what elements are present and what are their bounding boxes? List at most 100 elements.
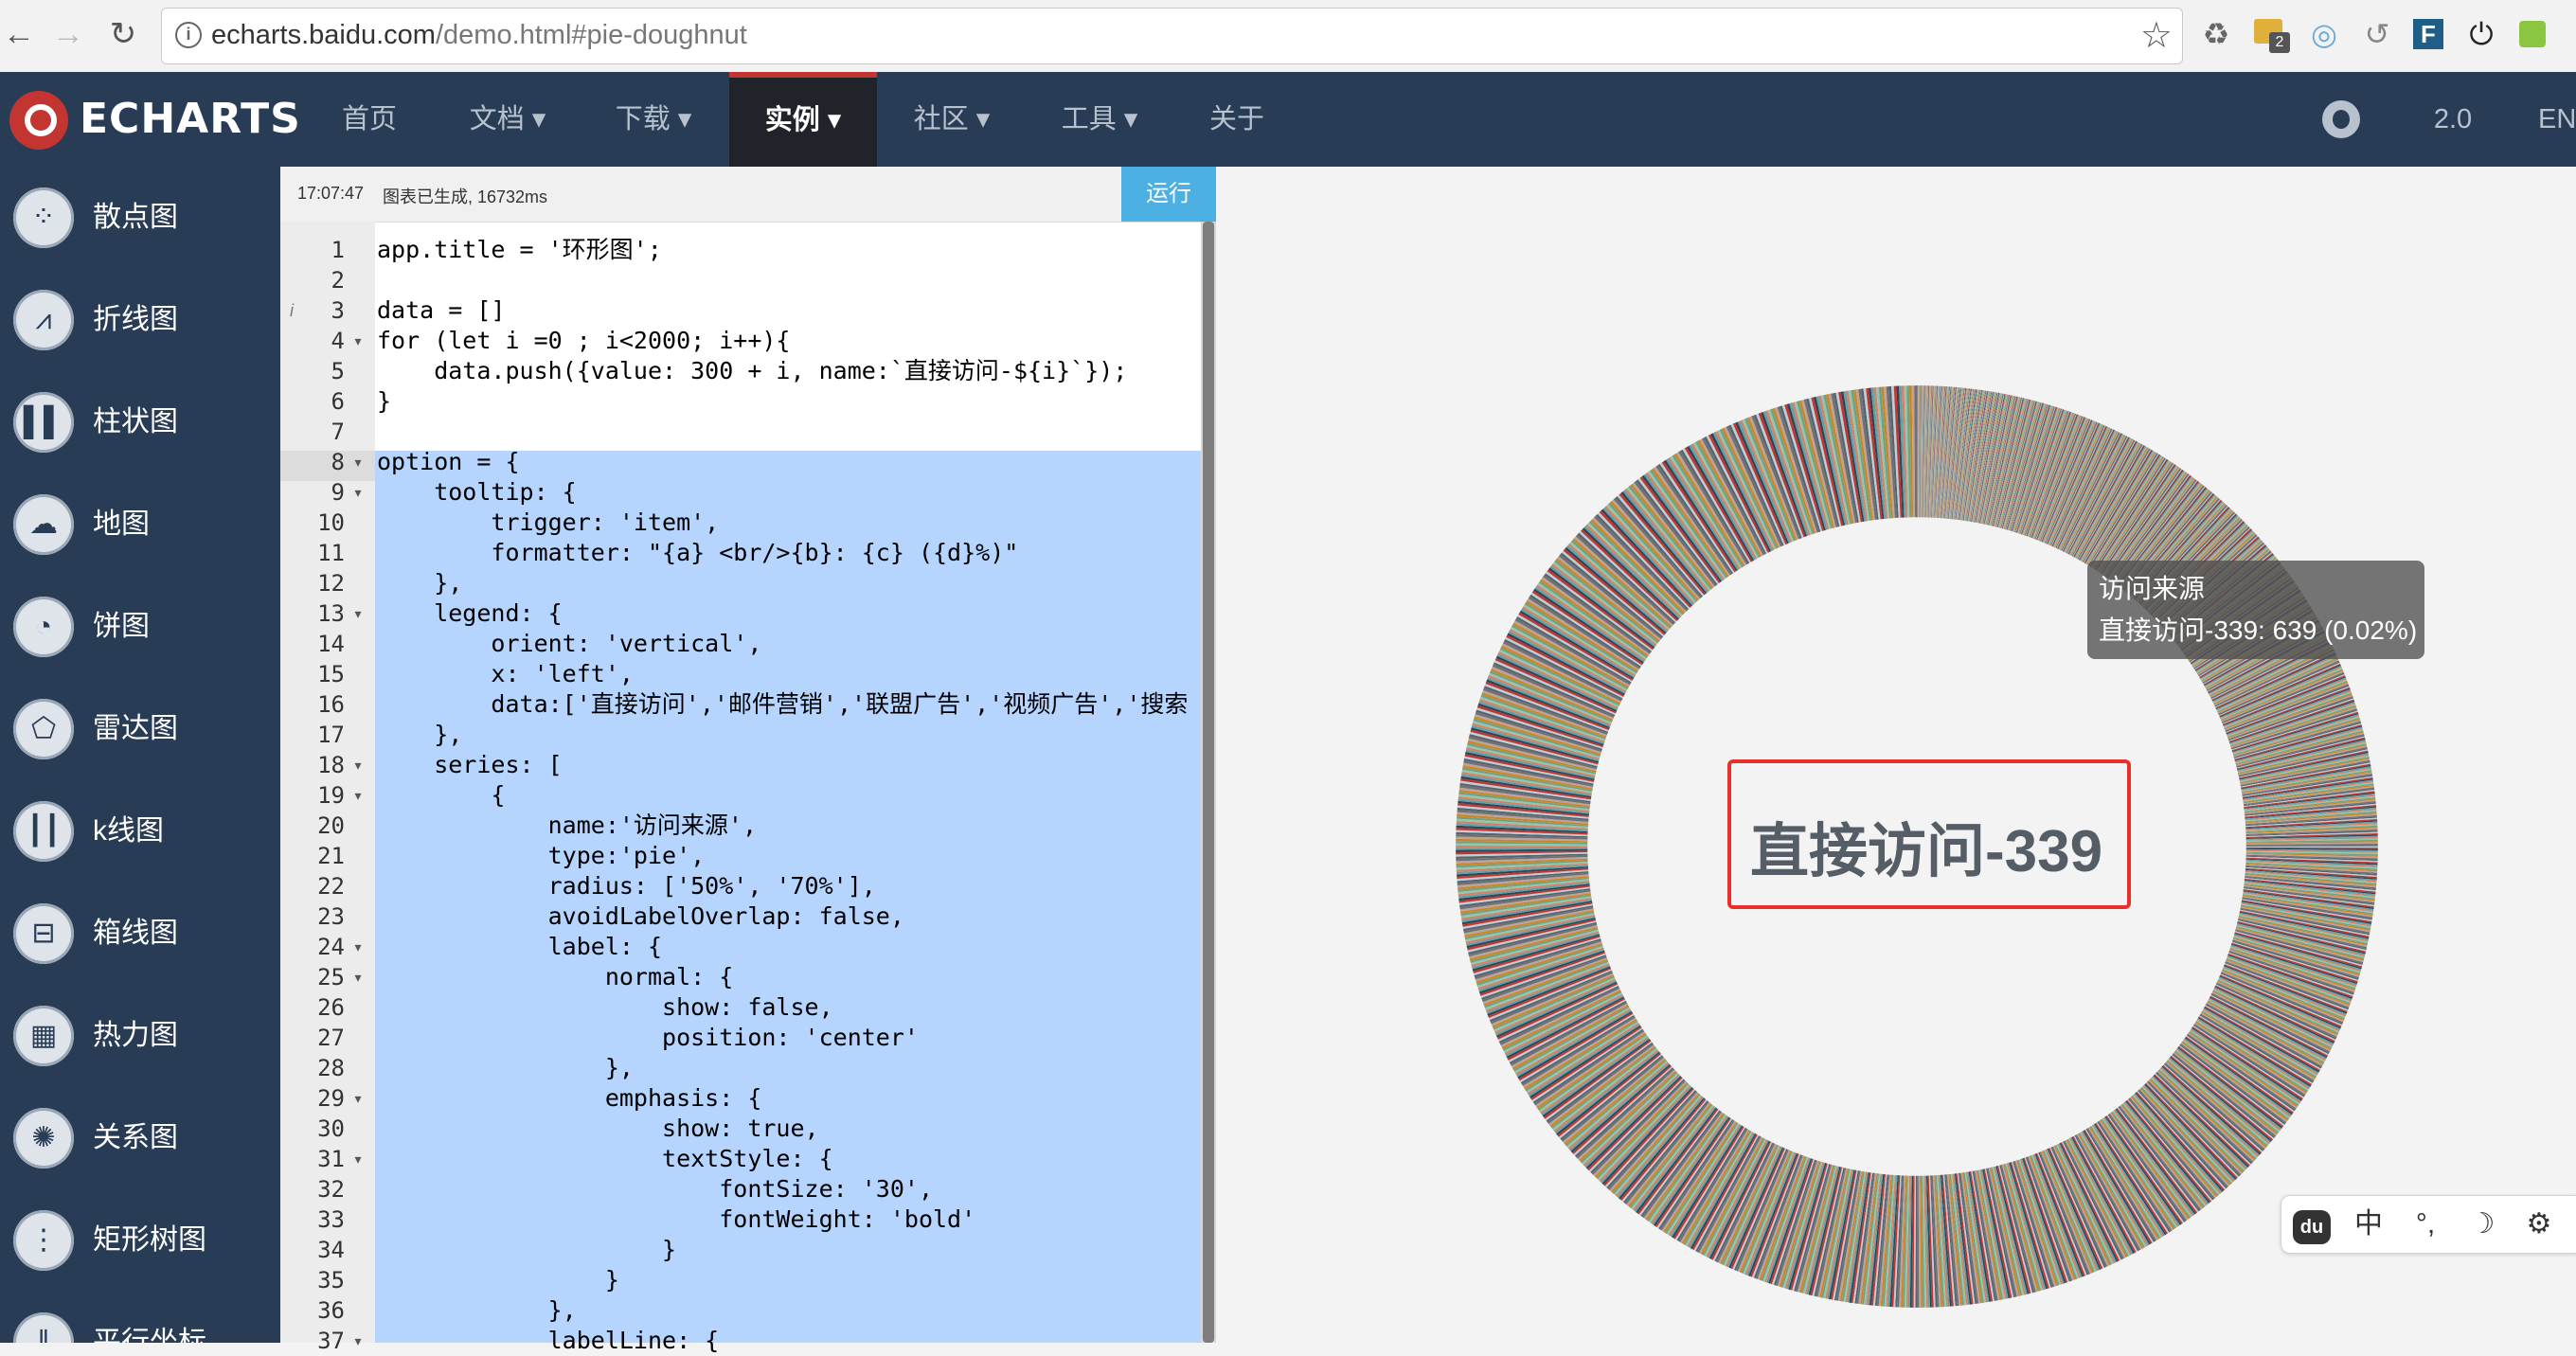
bookmark-star-icon[interactable]: ☆	[2140, 14, 2173, 57]
sidebar-item-radar[interactable]: ⬠ 雷达图	[0, 678, 280, 780]
nav-community[interactable]: 社区 ▾	[900, 72, 1004, 167]
moon-icon[interactable]: ☽	[2456, 1196, 2509, 1253]
code-line[interactable]: }	[377, 386, 391, 417]
code-line[interactable]: name:'访问来源',	[377, 811, 757, 841]
code-line[interactable]: },	[377, 1053, 634, 1083]
code-line[interactable]: app.title = '环形图';	[377, 235, 662, 265]
sidebar-item-scatter[interactable]: ⁘ 散点图	[0, 167, 280, 269]
address-bar[interactable]: i echarts.baidu.com/demo.html#pie-doughn…	[161, 8, 2183, 64]
fold-toggle-icon[interactable]: ▾	[349, 477, 367, 508]
code-line[interactable]: option = {	[377, 447, 520, 477]
sidebar-item-parallel[interactable]: ∥ 平行坐标	[0, 1292, 280, 1343]
code-line[interactable]: position: 'center'	[377, 1023, 919, 1053]
gear-icon[interactable]: ⚙	[2513, 1196, 2566, 1253]
ime-chinese-toggle[interactable]: 中	[2342, 1196, 2395, 1253]
fold-toggle-icon[interactable]: ▾	[349, 1083, 367, 1114]
fold-toggle-icon[interactable]: ▾	[349, 750, 367, 780]
nav-docs[interactable]: 文档 ▾	[460, 72, 555, 167]
code-line[interactable]: }	[377, 1235, 676, 1265]
code-line[interactable]: emphasis: {	[377, 1083, 761, 1114]
line-number: 26	[280, 992, 345, 1023]
site-info-icon[interactable]: i	[175, 22, 202, 48]
fold-toggle-icon[interactable]: ▾	[349, 598, 367, 629]
code-line[interactable]: label: {	[377, 932, 662, 962]
url-text[interactable]: echarts.baidu.com/demo.html#pie-doughnut	[211, 20, 747, 51]
code-line[interactable]: data:['直接访问','邮件营销','联盟广告','视频广告','搜索	[377, 689, 1188, 720]
sidebar-item-treemap[interactable]: ⋮ 矩形树图	[0, 1189, 280, 1292]
code-line[interactable]: orient: 'vertical',	[377, 629, 761, 659]
fold-toggle-icon[interactable]: ▾	[349, 1326, 367, 1356]
doughnut-chart[interactable]	[1216, 167, 2576, 1343]
code-line[interactable]: },	[377, 1295, 577, 1326]
sidebar-item-heatmap[interactable]: ▦ 热力图	[0, 985, 280, 1087]
nav-download[interactable]: 下载 ▾	[606, 72, 701, 167]
code-line[interactable]: trigger: 'item',	[377, 508, 719, 538]
fold-toggle-icon[interactable]: ▾	[349, 447, 367, 477]
globe-extension-icon[interactable]: ◎	[2303, 13, 2345, 55]
history-extension-icon[interactable]: ↺	[2356, 13, 2398, 55]
power-icon[interactable]: ⏻	[2460, 13, 2502, 55]
fold-toggle-icon[interactable]: ▾	[349, 326, 367, 356]
language-switch[interactable]: EN	[2538, 72, 2576, 167]
fold-toggle-icon[interactable]: ▾	[349, 780, 367, 811]
line-number: 35	[280, 1265, 345, 1295]
code-line[interactable]: fontWeight: 'bold'	[377, 1204, 975, 1235]
fold-toggle-icon[interactable]: ▾	[349, 1144, 367, 1174]
fold-toggle-icon[interactable]: ▾	[349, 932, 367, 962]
nav-examples[interactable]: 实例 ▾	[729, 72, 877, 167]
code-line[interactable]: type:'pie',	[377, 841, 705, 871]
github-icon[interactable]	[2322, 100, 2360, 138]
green-extension-icon[interactable]	[2512, 13, 2553, 55]
code-line[interactable]: }	[377, 1265, 619, 1295]
nav-tools[interactable]: 工具 ▾	[1047, 72, 1152, 167]
sidebar-item-line[interactable]: ⩘ 折线图	[0, 269, 280, 371]
sidebar-item-map[interactable]: ☁ 地图	[0, 473, 280, 576]
nav-about[interactable]: 关于	[1190, 72, 1284, 167]
code-line[interactable]: tooltip: {	[377, 477, 577, 508]
line-number: 31	[280, 1144, 345, 1174]
fold-toggle-icon[interactable]: ▾	[349, 962, 367, 992]
code-line[interactable]: textStyle: {	[377, 1144, 833, 1174]
code-line[interactable]: },	[377, 568, 462, 598]
editor-scrollbar[interactable]	[1201, 222, 1216, 1343]
code-line[interactable]: labelLine: {	[377, 1326, 719, 1356]
version-switch[interactable]: 2.0	[2415, 72, 2491, 167]
scrollbar-thumb[interactable]	[1203, 222, 1214, 1343]
code-line[interactable]: for (let i =0 ; i<2000; i++){	[377, 326, 791, 356]
sidebar-item-bar[interactable]: ▌▌ 柱状图	[0, 371, 280, 473]
nav-home[interactable]: 首页	[322, 72, 417, 167]
sidebar-item-pie[interactable]: ◔ 饼图	[0, 576, 280, 678]
code-line[interactable]: show: false,	[377, 992, 833, 1023]
code-line[interactable]: normal: {	[377, 962, 733, 992]
code-line[interactable]: show: true,	[377, 1114, 819, 1144]
line-number: 18	[280, 750, 345, 780]
code-line[interactable]: },	[377, 720, 462, 750]
info-annotation-icon[interactable]: i	[290, 295, 309, 326]
reload-icon[interactable]: ↻	[104, 15, 142, 53]
f-extension-icon[interactable]: F	[2407, 13, 2449, 55]
forward-arrow-icon[interactable]: →	[49, 15, 87, 53]
code-line[interactable]: series: [	[377, 750, 563, 780]
baidu-paw-icon[interactable]: du	[2285, 1196, 2338, 1253]
sidebar-item-candlestick[interactable]: ┃┃ k线图	[0, 780, 280, 883]
code-line[interactable]: {	[377, 780, 505, 811]
code-line[interactable]: formatter: "{a} <br/>{b}: {c} ({d}%)"	[377, 538, 1018, 568]
pie-slice[interactable]	[1456, 846, 1587, 848]
boxplot-icon: ⊟	[13, 903, 74, 964]
code-line[interactable]: data.push({value: 300 + i, name:`直接访问-${…	[377, 356, 1127, 386]
sidebar-item-graph[interactable]: ✺ 关系图	[0, 1087, 280, 1189]
code-line[interactable]: radius: ['50%', '70%'],	[377, 871, 876, 901]
ime-punctuation-toggle[interactable]: °,	[2399, 1196, 2452, 1253]
run-button[interactable]: 运行	[1121, 167, 1216, 222]
extension-badge-icon[interactable]: 2	[2250, 13, 2292, 55]
back-arrow-icon[interactable]: ←	[0, 15, 38, 53]
logo-text[interactable]: ECHARTS	[80, 95, 301, 143]
code-line[interactable]: fontSize: '30',	[377, 1174, 933, 1204]
sidebar-item-boxplot[interactable]: ⊟ 箱线图	[0, 883, 280, 985]
echarts-logo-icon[interactable]	[9, 91, 68, 150]
code-line[interactable]: legend: {	[377, 598, 563, 629]
recycle-extension-icon[interactable]: ♻	[2195, 13, 2237, 55]
code-line[interactable]: avoidLabelOverlap: false,	[377, 901, 904, 932]
code-line[interactable]: data = []	[377, 295, 505, 326]
code-line[interactable]: x: 'left',	[377, 659, 634, 689]
